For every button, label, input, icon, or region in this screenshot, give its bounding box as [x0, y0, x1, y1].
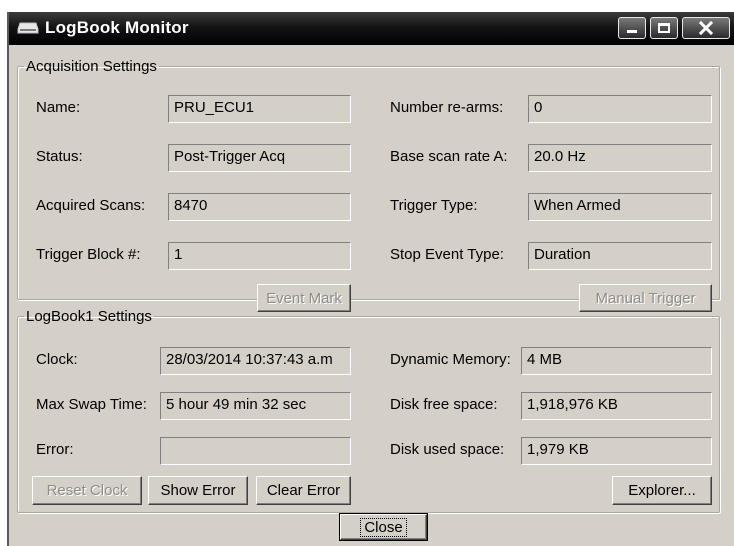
error-field [160, 437, 351, 465]
stop-event-field: Duration [528, 242, 712, 270]
name-label: Name: [36, 99, 81, 116]
trigger-block-label: Trigger Block #: [36, 246, 141, 263]
minimize-button[interactable] [618, 17, 646, 39]
close-icon [698, 20, 714, 36]
clock-field: 28/03/2014 10:37:43 a.m [160, 347, 351, 375]
explorer-button[interactable]: Explorer... [612, 476, 712, 505]
stop-event-label: Stop Event Type: [390, 246, 504, 263]
acquired-scans-label: Acquired Scans: [36, 197, 146, 214]
drive-icon [17, 22, 39, 34]
disk-used-field: 1,979 KB [521, 437, 712, 465]
logbook-settings-legend: LogBook1 Settings [26, 308, 152, 325]
maximize-button[interactable] [650, 17, 678, 39]
rearms-label: Number re-arms: [390, 99, 504, 116]
minimize-icon [627, 30, 637, 33]
trigger-type-label: Trigger Type: [390, 197, 478, 214]
rearms-field: 0 [528, 95, 712, 123]
disk-free-label: Disk free space: [390, 396, 498, 413]
show-error-button[interactable]: Show Error [148, 476, 248, 505]
dynamic-memory-label: Dynamic Memory: [390, 351, 511, 368]
clock-label: Clock: [36, 351, 78, 368]
trigger-type-field: When Armed [528, 193, 712, 221]
error-label: Error: [36, 441, 74, 458]
close-button-label: Close [360, 517, 407, 537]
name-field: PRU_ECU1 [168, 95, 351, 123]
logbook-monitor-window: LogBook Monitor Acquisition Settings Nam… [7, 12, 734, 546]
window-title: LogBook Monitor [45, 18, 189, 37]
status-label: Status: [36, 148, 83, 165]
close-window-button[interactable] [682, 17, 730, 39]
reset-clock-button[interactable]: Reset Clock [32, 476, 142, 505]
max-swap-label: Max Swap Time: [36, 396, 147, 413]
dynamic-memory-field: 4 MB [521, 347, 712, 375]
trigger-block-field: 1 [168, 242, 351, 270]
clear-error-button[interactable]: Clear Error [256, 476, 351, 505]
scan-rate-field: 20.0 Hz [528, 144, 712, 172]
disk-used-label: Disk used space: [390, 441, 505, 458]
title-bar[interactable]: LogBook Monitor [9, 12, 734, 45]
maximize-icon [658, 23, 670, 33]
acquisition-settings-group: Acquisition Settings Name: PRU_ECU1 Stat… [17, 58, 720, 312]
max-swap-field: 5 hour 49 min 32 sec [160, 392, 351, 420]
close-button[interactable]: Close [339, 513, 428, 541]
status-field: Post-Trigger Acq [168, 144, 351, 172]
scan-rate-label: Base scan rate A: [390, 148, 508, 165]
acquired-scans-field: 8470 [168, 193, 351, 221]
logbook-settings-group: LogBook1 Settings Clock: 28/03/2014 10:3… [17, 308, 720, 513]
disk-free-field: 1,918,976 KB [521, 392, 712, 420]
acquisition-settings-legend: Acquisition Settings [26, 58, 157, 75]
